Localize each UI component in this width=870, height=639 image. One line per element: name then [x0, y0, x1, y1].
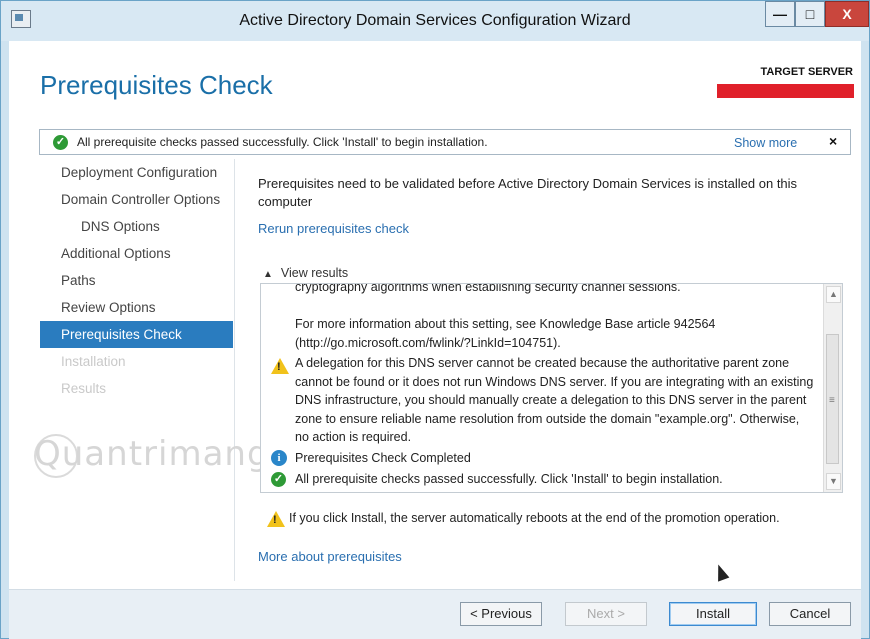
nav-item-prerequisites-check[interactable]: Prerequisites Check	[40, 321, 233, 348]
previous-button[interactable]: < Previous	[460, 602, 542, 626]
nav-item-review-options[interactable]: Review Options	[40, 294, 233, 321]
result-passed: All prerequisite checks passed successfu…	[295, 472, 723, 486]
wizard-steps-nav: Deployment Configuration Domain Controll…	[40, 159, 235, 599]
results-scrollbar[interactable]: ▲ ≡ ▼	[823, 284, 842, 492]
page-title: Prerequisites Check	[40, 70, 273, 100]
result-line-cut: cryptography algorithms when establishin…	[295, 283, 681, 294]
view-results-toggle[interactable]: ▲ View results	[263, 266, 348, 280]
title-bar[interactable]: Active Directory Domain Services Configu…	[1, 1, 869, 41]
nav-divider	[234, 159, 235, 581]
notification-bar: ✓ All prerequisite checks passed success…	[39, 129, 851, 155]
more-about-prerequisites-link[interactable]: More about prerequisites	[258, 549, 402, 564]
warning-icon: !	[271, 358, 289, 374]
rerun-prerequisites-link[interactable]: Rerun prerequisites check	[258, 221, 409, 236]
success-check-icon: ✓	[271, 472, 286, 487]
intro-text: Prerequisites need to be validated befor…	[258, 176, 798, 209]
wizard-window: Active Directory Domain Services Configu…	[0, 0, 870, 639]
scroll-thumb[interactable]: ≡	[826, 334, 839, 464]
success-check-icon: ✓	[53, 135, 68, 150]
result-more-info: For more information about this setting,…	[295, 317, 716, 350]
grip-icon: ≡	[829, 395, 835, 406]
warning-icon: !	[267, 511, 285, 527]
wizard-footer: < Previous Next > Install Cancel	[9, 589, 861, 639]
scroll-down-icon[interactable]: ▼	[826, 473, 841, 490]
target-server-redacted	[717, 84, 854, 98]
info-icon: i	[271, 450, 287, 466]
nav-item-additional-options[interactable]: Additional Options	[40, 240, 233, 267]
install-button[interactable]: Install	[669, 602, 757, 626]
cancel-button[interactable]: Cancel	[769, 602, 851, 626]
nav-item-domain-controller-options[interactable]: Domain Controller Options	[40, 186, 233, 213]
close-icon[interactable]: ×	[829, 133, 837, 149]
reboot-warning-text: If you click Install, the server automat…	[289, 511, 780, 525]
nav-item-paths[interactable]: Paths	[40, 267, 233, 294]
watermark-text: Quantrimang	[34, 434, 270, 474]
window-title: Active Directory Domain Services Configu…	[239, 12, 631, 29]
maximize-button[interactable]: □	[795, 1, 825, 27]
nav-item-dns-options[interactable]: DNS Options	[40, 213, 233, 240]
notification-text: All prerequisite checks passed successfu…	[77, 135, 488, 149]
target-server-label: TARGET SERVER	[760, 66, 854, 78]
next-button[interactable]: Next >	[565, 602, 647, 626]
nav-item-installation: Installation	[61, 354, 126, 369]
result-dns-warning: A delegation for this DNS server cannot …	[295, 356, 814, 444]
nav-item-deployment-configuration[interactable]: Deployment Configuration	[40, 159, 233, 186]
chevron-up-icon: ▲	[263, 269, 273, 280]
close-button[interactable]: X	[825, 1, 869, 27]
view-results-label: View results	[280, 266, 349, 280]
show-more-link[interactable]: Show more	[734, 136, 797, 150]
wizard-client-area: Prerequisites Check TARGET SERVER ✓ All …	[9, 41, 861, 639]
result-completed: Prerequisites Check Completed	[295, 451, 471, 465]
results-list[interactable]: cryptography algorithms when establishin…	[260, 283, 843, 493]
scroll-up-icon[interactable]: ▲	[826, 286, 841, 303]
nav-item-results: Results	[61, 381, 107, 396]
minimize-button[interactable]: —	[765, 1, 795, 27]
